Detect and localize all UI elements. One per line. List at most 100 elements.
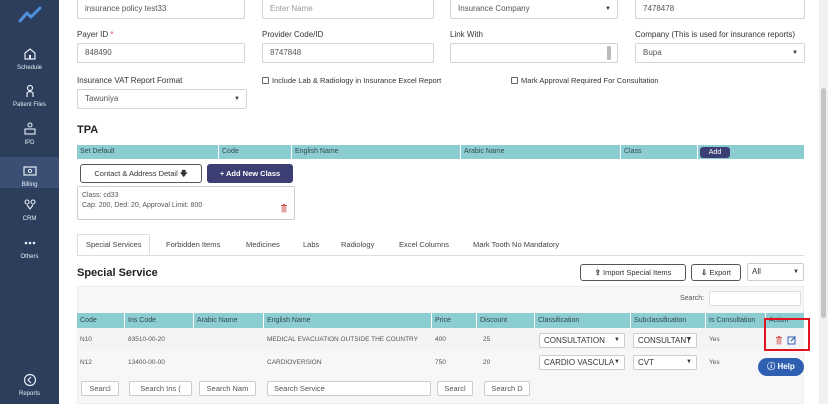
link-with-scroll-handle[interactable] xyxy=(607,46,611,60)
provider-code-input[interactable]: 8747848 xyxy=(262,43,434,63)
scrollbar-thumb[interactable] xyxy=(821,88,826,318)
tab-forbidden-items[interactable]: Forbidden Items xyxy=(166,240,220,249)
filter-select[interactable]: All ▼ xyxy=(747,263,804,281)
tpa-add-button[interactable]: Add xyxy=(700,147,730,158)
col-divider xyxy=(263,313,264,328)
delete-icon[interactable] xyxy=(280,204,288,213)
sidebar-item-label: CRM xyxy=(22,216,37,222)
mark-approval-checkbox[interactable]: Mark Approval Required For Consultation xyxy=(511,76,659,85)
help-button[interactable]: ⓘ Help xyxy=(758,358,804,376)
chevron-down-icon: ▼ xyxy=(686,337,692,343)
vat-format-select[interactable]: Tawuniya ▼ xyxy=(77,89,247,109)
checkbox-box[interactable] xyxy=(511,77,518,84)
sidebar-item-reports[interactable]: Reports xyxy=(0,372,59,397)
contact-address-button[interactable]: Contact & Address Detail 🡇 xyxy=(80,164,202,183)
link-with-label: Link With xyxy=(450,30,483,39)
crm-icon xyxy=(23,199,36,210)
sidebar-item-others[interactable]: Others xyxy=(0,235,59,260)
subclassification-select[interactable]: CVT ▼ xyxy=(633,355,697,370)
phone-input[interactable]: 7478478 xyxy=(635,0,805,19)
help-label: Help xyxy=(777,362,795,371)
classification-select[interactable]: CARDIO VASCULA ▼ xyxy=(539,355,625,370)
bed-icon xyxy=(23,122,36,135)
cell-english-name: MEDICAL EVACUATION OUTSIDE THE COUNTRY xyxy=(267,336,418,343)
checkbox-box[interactable] xyxy=(262,77,269,84)
page-scrollbar[interactable] xyxy=(819,0,828,404)
chevron-down-icon: ▼ xyxy=(793,269,799,275)
company-value: Bupa xyxy=(643,48,662,57)
import-special-items-button[interactable]: ⇪ Import Special Items xyxy=(580,264,686,281)
sidebar-item-label: Reports xyxy=(18,391,40,397)
classification-value: CARDIO VASCULA xyxy=(544,358,615,367)
special-service-title: Special Service xyxy=(77,267,158,279)
export-button[interactable]: ⇩ Export xyxy=(691,264,741,281)
cell-discount: 25 xyxy=(483,336,491,343)
col-divider xyxy=(476,313,477,328)
sidebar-item-crm[interactable]: CRM xyxy=(0,197,59,222)
tpa-title: TPA xyxy=(77,124,99,136)
sidebar-item-label: IPD xyxy=(24,140,35,146)
cell-price: 750 xyxy=(435,359,446,366)
tab-medicines[interactable]: Medicines xyxy=(246,240,280,249)
more-icon xyxy=(24,241,35,245)
class-card: Class: cd33 Cap: 200, Ded: 20, Approval … xyxy=(77,186,295,220)
classification-select[interactable]: CONSULTATION ▼ xyxy=(539,333,625,348)
payer-id-input[interactable]: 848490 xyxy=(77,43,245,63)
arrow-down-icon: 🡇 xyxy=(179,169,188,178)
company-label: Company (This is used for insurance repo… xyxy=(635,30,796,39)
add-new-class-button[interactable]: + Add New Class xyxy=(207,164,293,183)
download-icon: ⇩ xyxy=(700,268,708,277)
sidebar-item-billing[interactable]: Billing xyxy=(0,157,59,188)
cell-is-consultation: Yes xyxy=(709,359,720,366)
tab-mark-tooth[interactable]: Mark Tooth No Mandatory xyxy=(473,240,559,249)
cell-ins-code: 13400-00-00 xyxy=(128,359,165,366)
filter-english-name[interactable]: Search Service xyxy=(267,381,431,396)
col-divider xyxy=(705,313,706,328)
sidebar-item-patient-files[interactable]: Patient Files xyxy=(0,83,59,108)
filter-arabic-name[interactable]: Search Nam xyxy=(199,381,256,396)
include-lab-checkbox[interactable]: Include Lab & Radiology in Insurance Exc… xyxy=(262,76,441,85)
payer-id-value: 848490 xyxy=(85,48,112,57)
tab-labs[interactable]: Labs xyxy=(303,240,319,249)
policy-name-input[interactable]: insurance policy test33 xyxy=(77,0,245,19)
filter-code[interactable]: Searcl xyxy=(81,381,119,396)
action-highlight-box xyxy=(764,318,810,351)
contact-address-label: Contact & Address Detail xyxy=(94,169,178,178)
col-code: Code xyxy=(222,148,239,155)
sidebar-item-schedule[interactable]: Schedule xyxy=(0,46,59,71)
col-class: Class xyxy=(624,148,642,155)
col-divider xyxy=(124,313,125,328)
subclassification-select[interactable]: CONSULTANT ▼ xyxy=(633,333,697,348)
insurance-company-select[interactable]: Insurance Company ▼ xyxy=(450,0,618,19)
phone-value: 7478478 xyxy=(643,4,675,13)
import-label: Import Special Items xyxy=(603,268,672,277)
cell-discount: 20 xyxy=(483,359,491,366)
filter-discount[interactable]: Search D xyxy=(484,381,530,396)
tab-excel-columns[interactable]: Excel Columns xyxy=(399,240,449,249)
chevron-down-icon: ▼ xyxy=(614,337,620,343)
include-lab-label: Include Lab & Radiology in Insurance Exc… xyxy=(272,76,442,85)
name-input[interactable]: Enter Name xyxy=(262,0,434,19)
cell-price: 400 xyxy=(435,336,446,343)
tab-special-services[interactable]: Special Services xyxy=(77,234,151,255)
vat-format-value: Tawuniya xyxy=(85,94,119,103)
policy-name-value: insurance policy test33 xyxy=(85,4,167,13)
insurance-company-value: Insurance Company xyxy=(458,4,530,13)
class-limits: Cap: 200, Ded: 20, Approval Limit: 800 xyxy=(82,202,203,209)
mark-approval-label: Mark Approval Required For Consultation xyxy=(521,76,659,85)
company-select[interactable]: Bupa ▼ xyxy=(635,43,805,63)
col-divider xyxy=(431,313,432,328)
filter-price[interactable]: Searcl xyxy=(437,381,473,396)
tab-radiology[interactable]: Radiology xyxy=(341,240,374,249)
help-icon: ⓘ xyxy=(767,362,776,371)
sidebar-item-label: Schedule xyxy=(16,65,43,71)
link-with-input[interactable] xyxy=(450,43,618,63)
chevron-down-icon: ▼ xyxy=(686,359,692,365)
patient-icon xyxy=(25,84,34,97)
filter-ins-code[interactable]: Search Ins ( xyxy=(129,381,192,396)
table-search-input[interactable] xyxy=(709,291,801,306)
col-english-name: English Name xyxy=(295,148,339,155)
tpa-table-header: Set Default Code English Name Arabic Nam… xyxy=(77,145,804,159)
cell-is-consultation: Yes xyxy=(709,336,720,343)
sidebar-item-ipd[interactable]: IPD xyxy=(0,121,59,146)
